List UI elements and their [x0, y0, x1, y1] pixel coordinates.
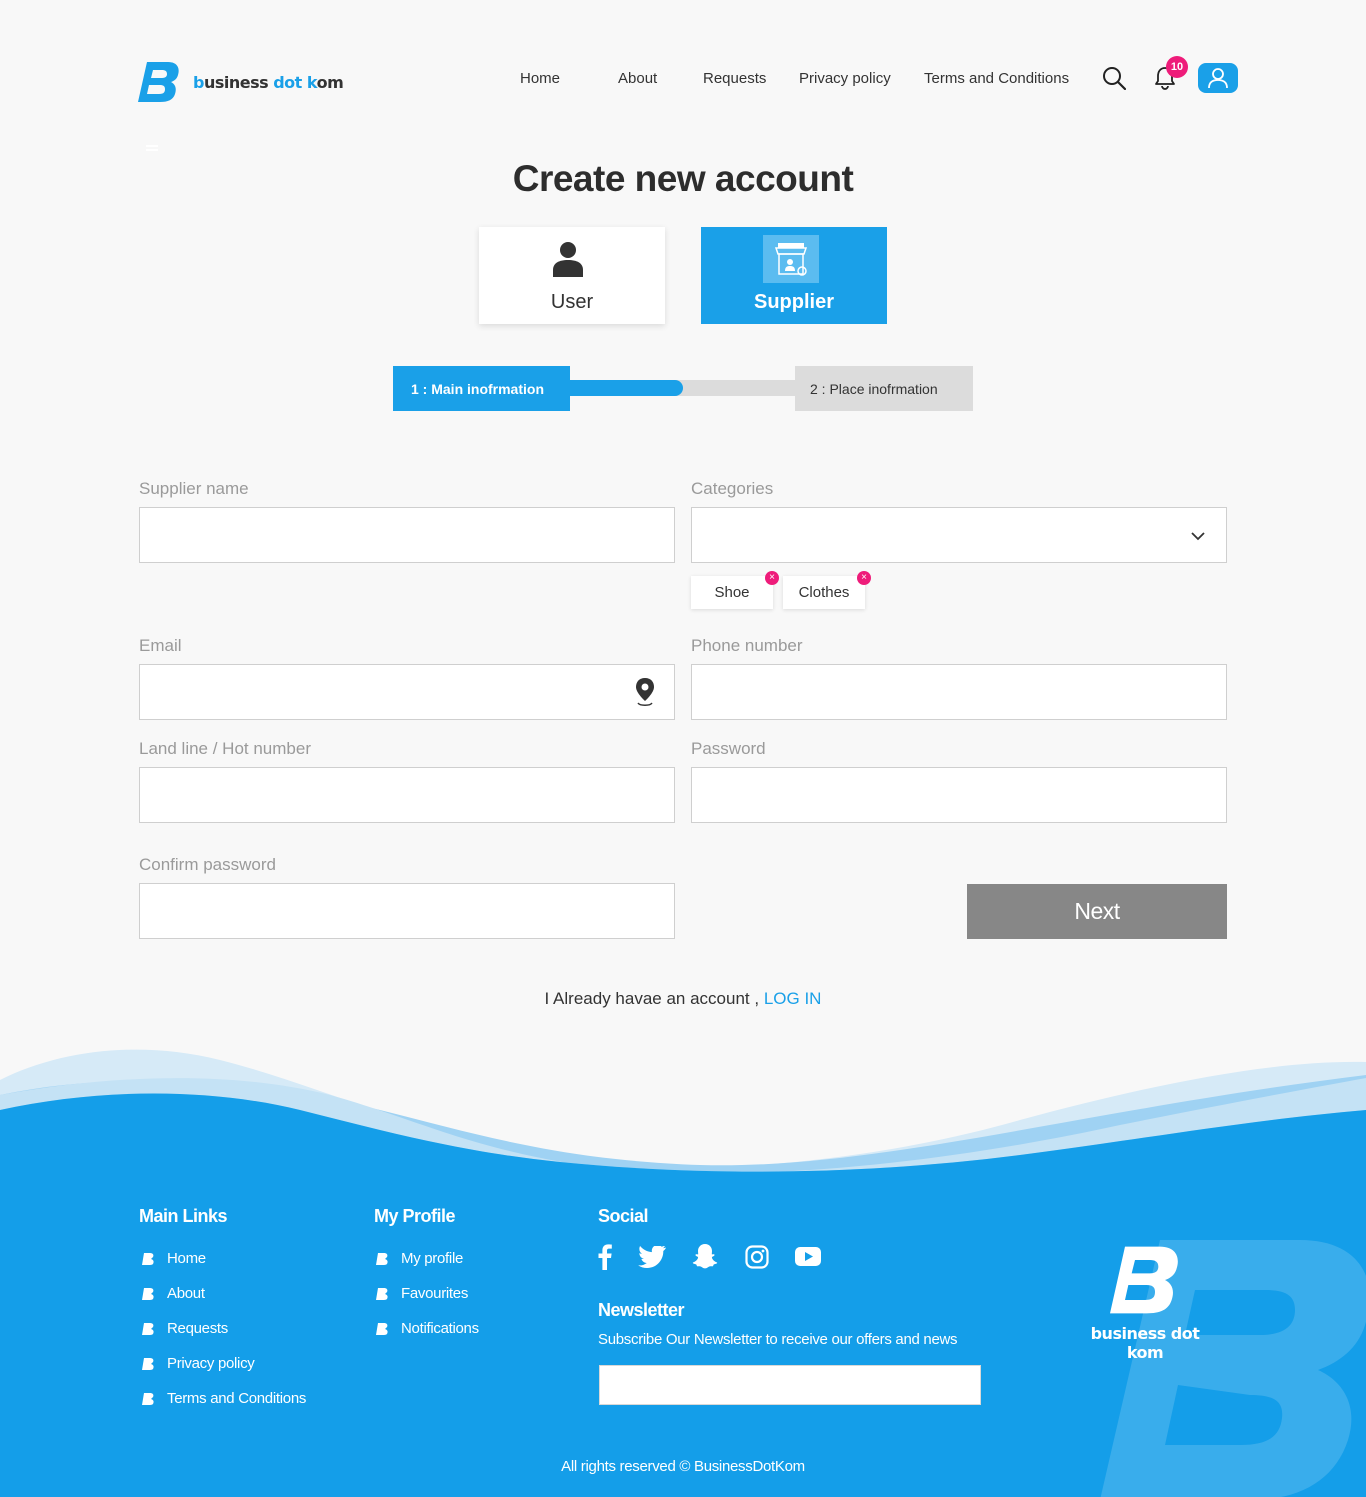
- site-logo[interactable]: bbusinessusiness dot kom: [138, 60, 344, 104]
- facebook-icon[interactable]: [598, 1244, 612, 1270]
- landline-label: Land line / Hot number: [139, 739, 311, 758]
- newsletter-email-field[interactable]: [599, 1365, 981, 1405]
- logo-b-icon: [138, 62, 179, 102]
- step-place-information[interactable]: 2 : Place inofrmation: [795, 366, 973, 411]
- bullet-icon: [376, 1252, 388, 1265]
- logo-text: bbusinessusiness dot kom: [193, 72, 344, 92]
- footer-my-profile-title: My Profile: [374, 1206, 456, 1226]
- footer-link-home[interactable]: Home: [141, 1250, 206, 1267]
- bullet-icon: [376, 1322, 388, 1335]
- bullet-icon: [142, 1287, 154, 1300]
- location-pin-icon[interactable]: [634, 677, 656, 707]
- step-main-information[interactable]: 1 : Main inofrmation: [393, 366, 570, 411]
- category-tag-clothes: Clothes ×: [783, 571, 871, 609]
- footer-link-terms[interactable]: Terms and Conditions: [141, 1390, 306, 1407]
- phone-field[interactable]: [691, 664, 1227, 720]
- page-title: Create new account: [512, 158, 854, 199]
- nav-about[interactable]: About: [618, 70, 657, 87]
- category-tag-label: Clothes: [798, 584, 850, 601]
- footer-link-notifications[interactable]: Notifications: [375, 1320, 479, 1337]
- next-button[interactable]: Next: [967, 884, 1227, 939]
- instagram-icon[interactable]: [745, 1245, 769, 1269]
- confirm-password-field[interactable]: [139, 883, 675, 939]
- footer-social-title: Social: [598, 1206, 649, 1226]
- account-type-supplier-label: Supplier: [753, 291, 834, 313]
- email-label: Email: [139, 636, 182, 655]
- store-icon: [763, 235, 819, 283]
- footer-link-about[interactable]: About: [141, 1285, 205, 1302]
- remove-tag-icon[interactable]: ×: [857, 571, 871, 585]
- notification-badge: 10: [1166, 56, 1188, 78]
- copyright: All rights reserved © BusinessDotKom: [561, 1458, 805, 1475]
- categories-label: Categories: [691, 479, 774, 498]
- footer-link-favourites[interactable]: Favourites: [375, 1285, 468, 1302]
- person-icon: [553, 242, 583, 277]
- account-type-user-label: User: [550, 291, 594, 313]
- footer-link-my-profile[interactable]: My profile: [375, 1250, 463, 1267]
- landline-field[interactable]: [139, 767, 675, 823]
- password-label: Password: [691, 739, 766, 758]
- account-type-supplier[interactable]: Supplier: [701, 227, 887, 324]
- footer-logo[interactable]: business dot kom: [1074, 1243, 1216, 1362]
- youtube-icon[interactable]: [795, 1247, 821, 1266]
- bullet-icon: [142, 1357, 154, 1370]
- nav-home[interactable]: Home: [520, 70, 560, 87]
- email-field[interactable]: [139, 664, 675, 720]
- nav-terms[interactable]: Terms and Conditions: [924, 70, 1069, 87]
- logo-b-icon: [1110, 1246, 1178, 1314]
- snapchat-icon[interactable]: [692, 1243, 718, 1269]
- login-prompt-text: I Already havae an account ,: [544, 989, 760, 1008]
- category-tag-shoe: Shoe ×: [691, 571, 779, 609]
- footer-main-links-title: Main Links: [139, 1206, 228, 1226]
- search-icon[interactable]: [1102, 66, 1126, 90]
- password-field[interactable]: [691, 767, 1227, 823]
- footer-link-requests[interactable]: Requests: [141, 1320, 228, 1337]
- nav-requests[interactable]: Requests: [703, 70, 766, 87]
- bullet-icon: [142, 1252, 154, 1265]
- supplier-name-label: Supplier name: [139, 479, 249, 498]
- confirm-password-label: Confirm password: [139, 855, 276, 874]
- footer-newsletter-title: Newsletter: [598, 1300, 685, 1320]
- supplier-name-field[interactable]: [139, 507, 675, 563]
- account-type-user[interactable]: User: [479, 227, 665, 324]
- bullet-icon: [376, 1287, 388, 1300]
- login-link[interactable]: LOG IN: [764, 989, 822, 1008]
- newsletter-text: Subscribe Our Newsletter to receive our …: [598, 1331, 958, 1348]
- nav-privacy-policy[interactable]: Privacy policy: [799, 70, 891, 87]
- footer-link-privacy-policy[interactable]: Privacy policy: [141, 1355, 255, 1372]
- twitter-icon[interactable]: [638, 1246, 666, 1269]
- user-icon: [1208, 68, 1228, 89]
- categories-select[interactable]: [691, 507, 1227, 563]
- phone-label: Phone number: [691, 636, 803, 655]
- login-prompt: I Already havae an account , LOG IN: [0, 989, 1366, 1009]
- remove-tag-icon[interactable]: ×: [765, 571, 779, 585]
- account-button[interactable]: [1198, 63, 1238, 93]
- step-progress-fill: [570, 380, 683, 396]
- chevron-down-icon: [1191, 532, 1205, 541]
- footer-logo-text: business dot kom: [1090, 1324, 1200, 1362]
- bullet-icon: [142, 1322, 154, 1335]
- menu-icon[interactable]: [146, 145, 158, 151]
- bullet-icon: [142, 1392, 154, 1405]
- category-tag-label: Shoe: [714, 584, 750, 601]
